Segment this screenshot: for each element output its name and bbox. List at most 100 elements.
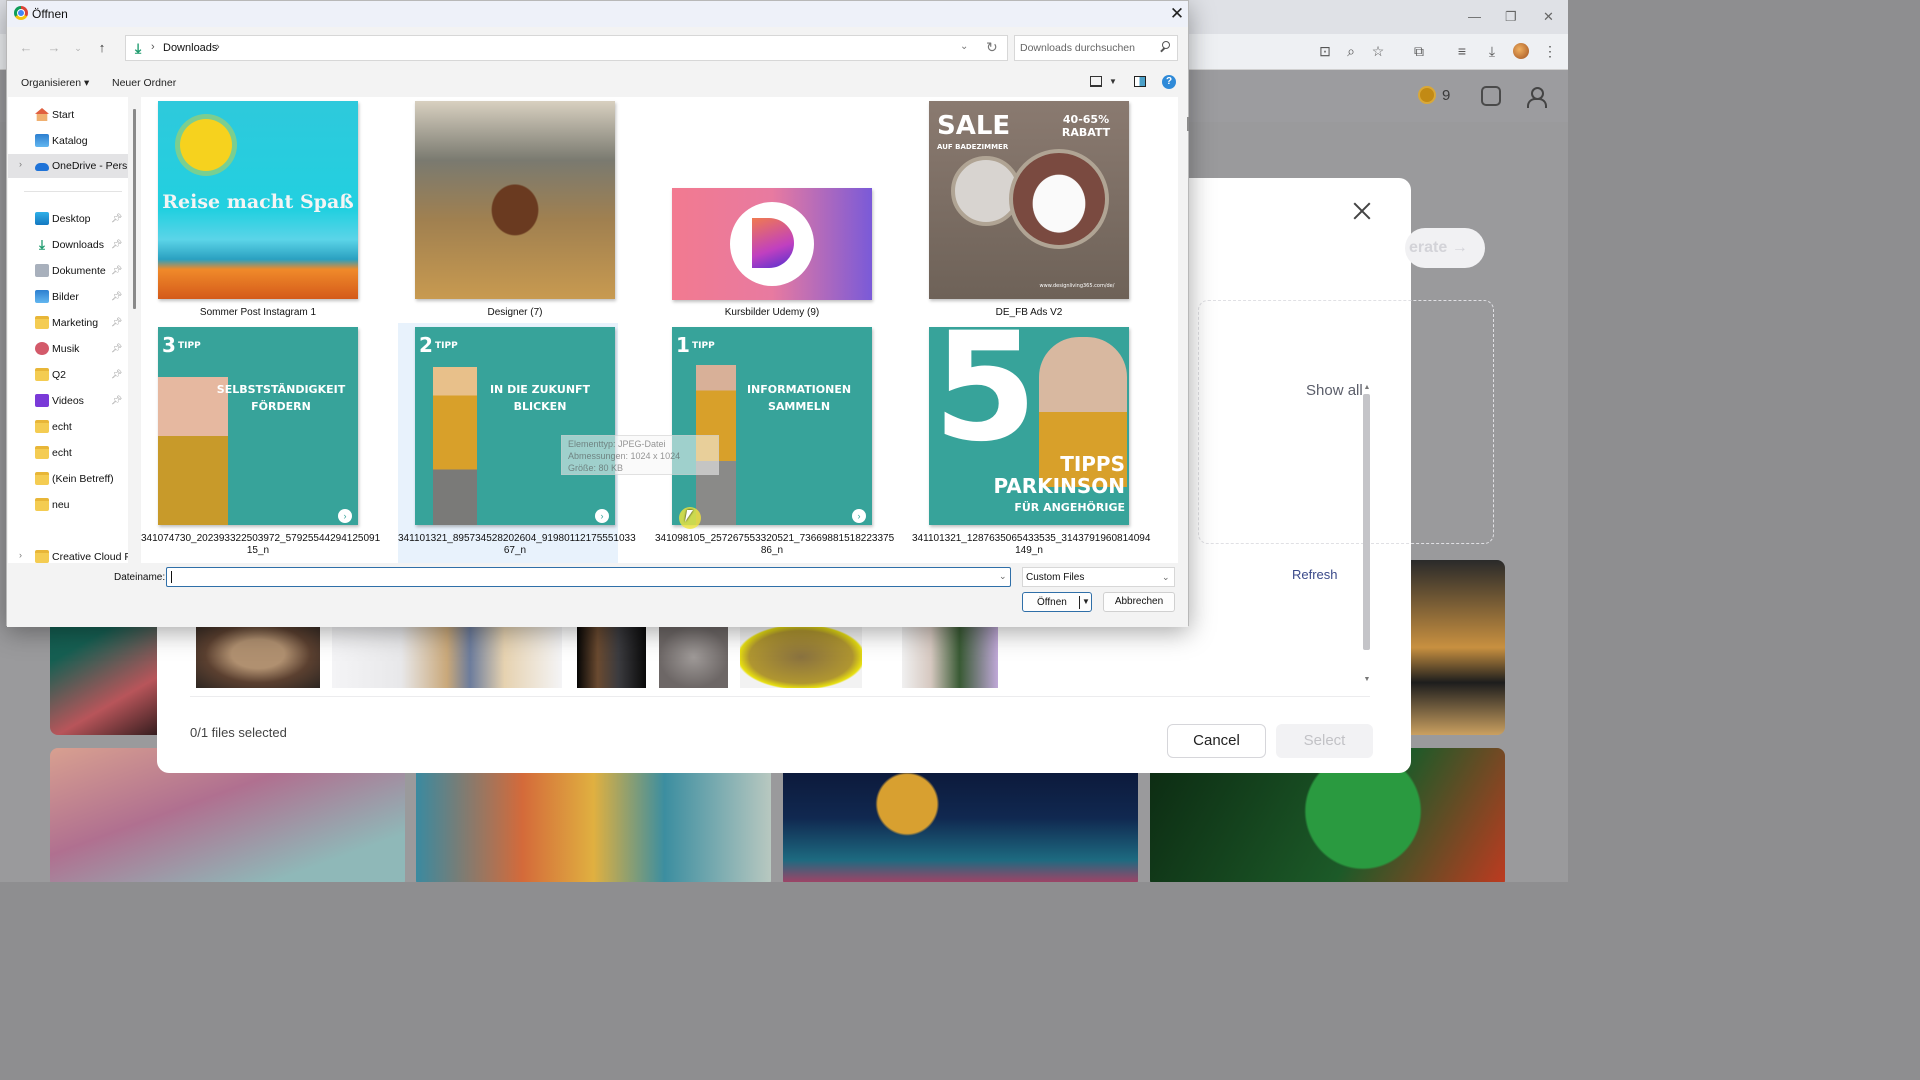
close-icon[interactable]: ✕ <box>1167 4 1187 24</box>
restore-icon[interactable]: ❐ <box>1505 9 1517 25</box>
recent-locations-chevron-icon[interactable]: ⌄ <box>69 39 87 57</box>
modal-close-icon[interactable] <box>1351 200 1373 222</box>
minimize-icon[interactable]: — <box>1468 9 1481 24</box>
sidebar-item-videos[interactable]: Videos 📌︎ <box>8 389 128 413</box>
expand-chevron-icon[interactable]: › <box>19 159 22 169</box>
tipp-number: 2 <box>419 333 433 357</box>
preview-pane-icon[interactable] <box>1134 76 1146 87</box>
browser-menu-icon[interactable]: ⋮ <box>1541 42 1559 60</box>
file-item[interactable]: Designer (7) <box>398 97 618 321</box>
extensions-icon[interactable]: ⧉ <box>1410 42 1428 60</box>
file-name-line: 341098105_257267553320521_73669881518223… <box>655 533 895 544</box>
sidebar-item-start[interactable]: Start <box>8 103 128 127</box>
file-grid-scrollbar[interactable] <box>1187 117 1189 131</box>
sidebar-item-onedrive[interactable]: › OneDrive - Pers <box>8 154 128 178</box>
search-icon[interactable] <box>1158 40 1172 54</box>
file-item[interactable]: 5 TIPPS PARKINSON FÜR ANGEHÖRIGE 3411013… <box>912 323 1150 563</box>
big-number: 5 <box>933 327 1038 475</box>
open-button[interactable]: Öffnen ▼ <box>1022 592 1092 612</box>
sidebar-item-desktop[interactable]: Desktop 📌︎ <box>8 207 128 231</box>
breadcrumb-chevron-icon[interactable]: › <box>151 41 155 53</box>
organize-menu[interactable]: Organisieren ▾ <box>21 77 89 89</box>
share-icon[interactable] <box>1481 86 1501 106</box>
uploaded-image-thumbnail[interactable] <box>740 626 862 688</box>
sidebar-item-musik[interactable]: Musik 📌︎ <box>8 337 128 361</box>
onedrive-icon <box>35 163 49 171</box>
file-item[interactable]: SALE 40-65% RABATT AUF BADEZIMMER www.de… <box>912 97 1132 321</box>
gallery-image[interactable] <box>1395 560 1505 735</box>
media-icon[interactable]: ≡ <box>1453 42 1471 60</box>
window-close-icon[interactable]: ✕ <box>1543 9 1554 25</box>
refresh-icon[interactable]: ↻ <box>986 39 998 56</box>
filename-dropdown-icon[interactable]: ⌄ <box>999 571 1007 582</box>
sidebar-item-kein-betreff[interactable]: (Kein Betreff) <box>8 467 128 491</box>
sidebar-item-dokumente[interactable]: Dokumente 📌︎ <box>8 259 128 283</box>
generate-button[interactable]: erate → <box>1405 228 1485 268</box>
back-arrow-icon[interactable]: ← <box>17 39 35 57</box>
arrow-right-icon: › <box>595 509 609 523</box>
sidebar-item-echt[interactable]: echt <box>8 441 128 465</box>
tipp-number: 3 <box>162 333 176 357</box>
sidebar-item-katalog[interactable]: Katalog <box>8 129 128 153</box>
file-name: Designer (7) <box>487 307 543 318</box>
tooltip-type: Elementtyp: JPEG-Datei <box>568 439 666 449</box>
sidebar-item-downloads[interactable]: ⤓ Downloads 📌︎ <box>8 233 128 257</box>
view-dropdown-icon[interactable]: ▼ <box>1109 77 1117 86</box>
address-bar[interactable]: ⤓ › Downloads › ⌄ ↻ <box>125 35 1008 61</box>
sidebar-item-echt[interactable]: echt <box>8 415 128 439</box>
cancel-button[interactable]: Abbrechen <box>1103 592 1175 612</box>
search-input[interactable]: Downloads durchsuchen <box>1014 35 1178 61</box>
open-options-dropdown-icon[interactable]: ▼ <box>1082 597 1090 606</box>
modal-select-button[interactable]: Select <box>1276 724 1373 758</box>
refresh-link[interactable]: Refresh <box>1292 567 1338 582</box>
coin-icon <box>1418 86 1436 104</box>
user-icon[interactable] <box>1526 86 1547 108</box>
arrow-right-icon: › <box>338 509 352 523</box>
sidebar-item-neu[interactable]: neu <box>8 493 128 517</box>
dialog-titlebar[interactable]: Öffnen ✕ <box>7 1 1188 27</box>
file-name: Kursbilder Udemy (9) <box>724 307 820 318</box>
sidebar-item-creative-cloud[interactable]: › Creative Cloud F <box>8 545 128 563</box>
sidebar-item-label: Katalog <box>52 135 88 147</box>
forward-arrow-icon[interactable]: → <box>45 39 63 57</box>
help-icon[interactable]: ? <box>1162 75 1176 89</box>
install-app-icon[interactable]: ⊡ <box>1316 42 1334 60</box>
filetype-select[interactable]: Custom Files ⌄ <box>1022 567 1175 587</box>
modal-scrollbar[interactable] <box>1363 394 1370 650</box>
scroll-down-arrow-icon[interactable]: ▼ <box>1362 676 1372 684</box>
file-name: 341098105_257267553320521_73669881518223… <box>655 533 895 557</box>
videos-icon <box>35 394 49 407</box>
sidebar-scrollbar[interactable] <box>133 109 136 309</box>
view-mode-icon[interactable] <box>1090 76 1102 87</box>
credits-counter[interactable]: 9 <box>1418 86 1450 104</box>
new-folder-button[interactable]: Neuer Ordner <box>112 77 176 89</box>
scroll-up-arrow-icon[interactable]: ▲ <box>1362 384 1372 392</box>
bookmark-star-icon[interactable]: ☆ <box>1369 42 1387 60</box>
uploaded-image-thumbnail[interactable] <box>577 626 646 688</box>
thumbnail-caption: SALE <box>937 111 1011 141</box>
sidebar-item-marketing[interactable]: Marketing 📌︎ <box>8 311 128 335</box>
up-arrow-icon[interactable]: ↑ <box>93 39 111 57</box>
uploaded-image-thumbnail[interactable] <box>659 626 728 688</box>
filename-input[interactable]: ⌄ <box>166 567 1011 587</box>
uploaded-image-thumbnail[interactable] <box>196 626 320 688</box>
modal-cancel-button[interactable]: Cancel <box>1167 724 1266 758</box>
breadcrumb-chevron-icon[interactable]: › <box>216 41 220 53</box>
uploaded-image-thumbnail[interactable] <box>332 626 562 688</box>
profile-avatar[interactable] <box>1513 43 1529 59</box>
downloads-icon[interactable]: ⤓ <box>1483 42 1501 60</box>
uploaded-image-thumbnail[interactable] <box>902 626 998 688</box>
pin-icon: 📌︎ <box>111 291 123 301</box>
file-open-dialog: Öffnen ✕ ← → ⌄ ↑ ⤓ › Downloads › ⌄ ↻ Dow… <box>6 0 1189 627</box>
file-item[interactable]: Reise macht Spaß Sommer Post Instagram 1 <box>141 97 361 321</box>
address-dropdown-icon[interactable]: ⌄ <box>960 41 968 52</box>
sidebar-item-bilder[interactable]: Bilder 📌︎ <box>8 285 128 309</box>
zoom-icon[interactable]: ⌕ <box>1342 42 1360 60</box>
file-item[interactable]: Kursbilder Udemy (9) <box>655 97 875 321</box>
file-item[interactable]: 3 TIPP SELBSTSTÄNDIGKEIT FÖRDERN › 34107… <box>141 323 380 563</box>
expand-chevron-icon[interactable]: › <box>19 550 22 560</box>
breadcrumb-downloads[interactable]: Downloads <box>163 42 217 54</box>
show-all-link[interactable]: Show all <box>1306 382 1363 399</box>
chevron-down-icon[interactable]: ⌄ <box>1162 572 1170 583</box>
sidebar-item-q2[interactable]: Q2 📌︎ <box>8 363 128 387</box>
